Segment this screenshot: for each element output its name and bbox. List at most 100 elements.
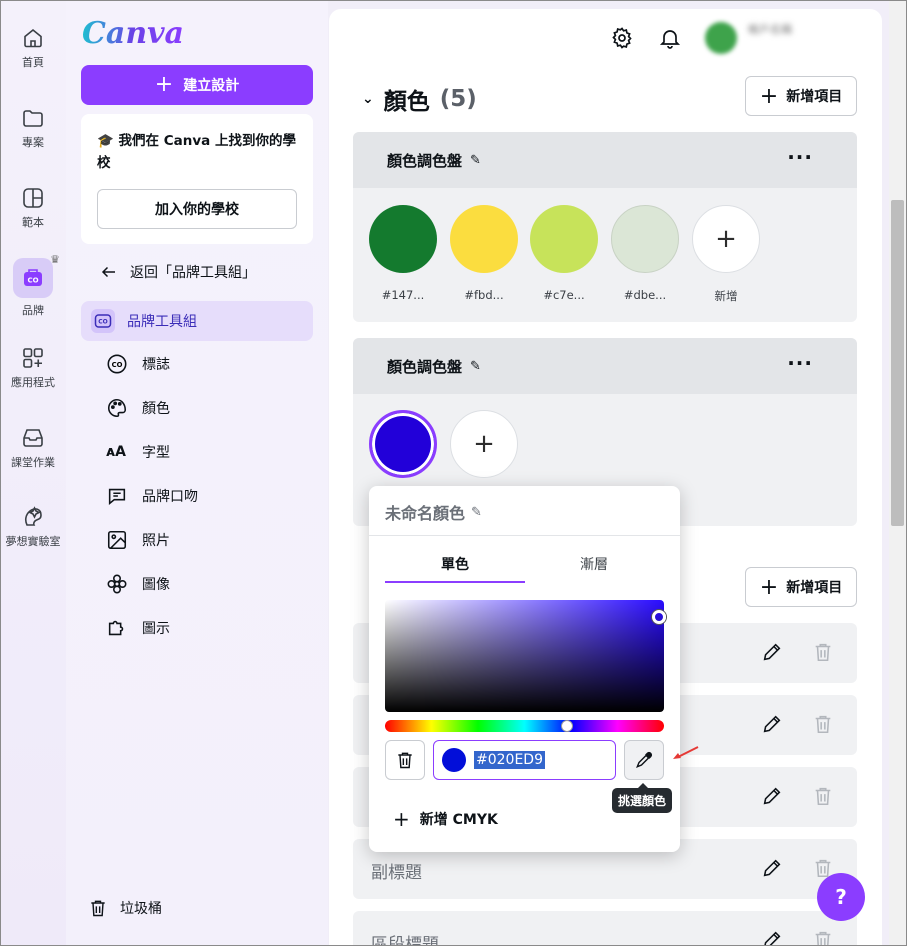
create-design-button[interactable]: + 建立設計 bbox=[81, 65, 313, 105]
add-color-label: 新增 bbox=[714, 289, 738, 303]
canva-logo[interactable]: Canva bbox=[82, 16, 184, 51]
saturation-picker[interactable] bbox=[385, 600, 664, 712]
hex-value[interactable]: #020ED9 bbox=[474, 751, 545, 769]
color-swatch[interactable] bbox=[369, 205, 437, 273]
add-item-button[interactable]: + 新增項目 bbox=[745, 76, 857, 116]
sub-item-logos[interactable]: CO 標誌 bbox=[106, 351, 170, 377]
more-options-icon[interactable]: ··· bbox=[787, 353, 813, 373]
sub-item-brand-voice[interactable]: 品牌口吻 bbox=[106, 483, 198, 509]
template-icon bbox=[23, 188, 43, 208]
nav-brand-kit-label: 品牌工具組 bbox=[127, 314, 197, 330]
trash-icon[interactable] bbox=[812, 713, 834, 735]
scrollbar-thumb[interactable] bbox=[891, 200, 904, 526]
join-school-button[interactable]: 加入你的學校 bbox=[97, 189, 297, 229]
rail-item-apps[interactable]: 應用程式 bbox=[0, 346, 66, 390]
add-item-button[interactable]: + 新增項目 bbox=[745, 567, 857, 607]
add-cmyk-label: 新增 CMYK bbox=[419, 812, 498, 828]
text-style-row-section-heading[interactable]: 區段標題 bbox=[353, 911, 857, 946]
red-arrow-annotation bbox=[673, 746, 699, 759]
eyedropper-icon bbox=[636, 752, 652, 768]
chat-icon bbox=[108, 488, 126, 505]
selected-color-swatch[interactable] bbox=[369, 410, 437, 478]
rail-item-assignments[interactable]: 課堂作業 bbox=[0, 426, 66, 470]
hex-color-input[interactable]: #020ED9 bbox=[433, 740, 616, 780]
sub-item-graphics[interactable]: 圖像 bbox=[106, 571, 170, 597]
rail-label-projects: 專案 bbox=[22, 136, 44, 149]
color-preview-dot bbox=[442, 748, 466, 772]
trash-link[interactable]: 垃圾桶 bbox=[88, 898, 162, 918]
rail-label-assignments: 課堂作業 bbox=[11, 456, 55, 469]
eyedropper-button[interactable] bbox=[624, 740, 664, 780]
pencil-icon[interactable]: ✎ bbox=[471, 505, 482, 520]
pencil-icon[interactable] bbox=[761, 713, 783, 735]
school-card: 🎓 我們在 Canva 上找到你的學校 加入你的學校 bbox=[81, 114, 313, 244]
pencil-icon[interactable] bbox=[761, 785, 783, 807]
color-swatch[interactable] bbox=[450, 205, 518, 273]
tab-solid[interactable]: 單色 bbox=[385, 554, 525, 574]
palette-icon bbox=[108, 398, 127, 418]
hue-slider-handle[interactable] bbox=[561, 720, 573, 732]
pencil-icon[interactable]: ✎ bbox=[470, 359, 481, 374]
rail-item-dream-lab[interactable]: 夢想實驗室 bbox=[0, 505, 66, 549]
rail-item-brand[interactable]: CO ♛ 品牌 bbox=[0, 253, 66, 318]
sub-item-label: 字型 bbox=[142, 445, 170, 461]
swatch-label: #dbe... bbox=[623, 288, 667, 302]
flower-icon bbox=[107, 574, 127, 594]
delete-color-button[interactable] bbox=[385, 740, 425, 780]
trash-icon bbox=[398, 752, 412, 769]
trash-icon[interactable] bbox=[812, 929, 834, 946]
account-name-blurred[interactable]: 帳戶名稱 bbox=[748, 23, 826, 53]
pencil-icon[interactable] bbox=[761, 857, 783, 879]
sub-item-label: 圖示 bbox=[142, 621, 170, 637]
home-icon bbox=[24, 28, 42, 48]
notification-bell-icon[interactable] bbox=[658, 26, 682, 50]
rail-item-projects[interactable]: 專案 bbox=[0, 106, 66, 150]
settings-gear-icon[interactable] bbox=[610, 26, 634, 50]
add-color-button[interactable]: + bbox=[692, 205, 760, 273]
rail-label-templates: 範本 bbox=[22, 216, 44, 229]
image-icon bbox=[107, 530, 127, 550]
sub-item-label: 顏色 bbox=[142, 401, 170, 417]
pencil-icon[interactable] bbox=[761, 641, 783, 663]
more-options-icon[interactable]: ··· bbox=[787, 147, 813, 167]
avatar[interactable] bbox=[705, 22, 737, 54]
color-name[interactable]: 未命名顏色 bbox=[385, 500, 465, 524]
sub-item-colors[interactable]: 顏色 bbox=[106, 395, 170, 421]
pencil-icon[interactable] bbox=[761, 929, 783, 946]
color-swatch[interactable] bbox=[530, 205, 598, 273]
svg-text:CO: CO bbox=[112, 361, 123, 369]
trash-icon[interactable] bbox=[812, 785, 834, 807]
pencil-icon[interactable]: ✎ bbox=[470, 153, 481, 168]
nav-brand-kit[interactable]: CO 品牌工具組 bbox=[81, 301, 313, 341]
sub-item-fonts[interactable]: ᴀA 字型 bbox=[106, 439, 170, 465]
swatch-label: #c7e... bbox=[543, 288, 585, 302]
saturation-handle[interactable] bbox=[652, 610, 666, 624]
add-cmyk-button[interactable]: + 新增 CMYK bbox=[393, 807, 498, 831]
trash-label: 垃圾桶 bbox=[120, 901, 162, 917]
svg-text:CO: CO bbox=[98, 319, 108, 326]
sub-item-icons[interactable]: 圖示 bbox=[106, 615, 170, 641]
help-button[interactable]: ? bbox=[817, 873, 865, 921]
palette-header: 顏色調色盤 ✎ ··· bbox=[353, 338, 857, 394]
sub-item-label: 圖像 bbox=[142, 577, 170, 593]
rail-item-templates[interactable]: 範本 bbox=[0, 186, 66, 230]
sub-item-label: 品牌口吻 bbox=[142, 489, 198, 505]
tab-gradient[interactable]: 漸層 bbox=[524, 554, 664, 574]
color-swatch[interactable] bbox=[611, 205, 679, 273]
chevron-down-icon[interactable]: ⌄ bbox=[362, 91, 374, 107]
palette-title[interactable]: 顏色調色盤 bbox=[387, 356, 462, 377]
row-label: 區段標題 bbox=[371, 935, 439, 946]
plus-icon: + bbox=[473, 429, 495, 459]
palette-header: 顏色調色盤 ✎ ··· bbox=[353, 132, 857, 188]
dream-lab-icon bbox=[24, 506, 42, 526]
sub-item-photos[interactable]: 照片 bbox=[106, 527, 170, 553]
assignment-icon bbox=[23, 429, 43, 447]
row-label: 副標題 bbox=[371, 863, 422, 883]
rail-item-home[interactable]: 首頁 bbox=[0, 26, 66, 70]
back-to-brand-kit-link[interactable]: 返回「品牌工具組」 bbox=[100, 262, 256, 282]
hue-slider[interactable] bbox=[385, 720, 664, 732]
add-color-button[interactable]: + bbox=[450, 410, 518, 478]
palette-title[interactable]: 顏色調色盤 bbox=[387, 150, 462, 171]
font-icon: ᴀA bbox=[106, 444, 126, 460]
trash-icon[interactable] bbox=[812, 641, 834, 663]
